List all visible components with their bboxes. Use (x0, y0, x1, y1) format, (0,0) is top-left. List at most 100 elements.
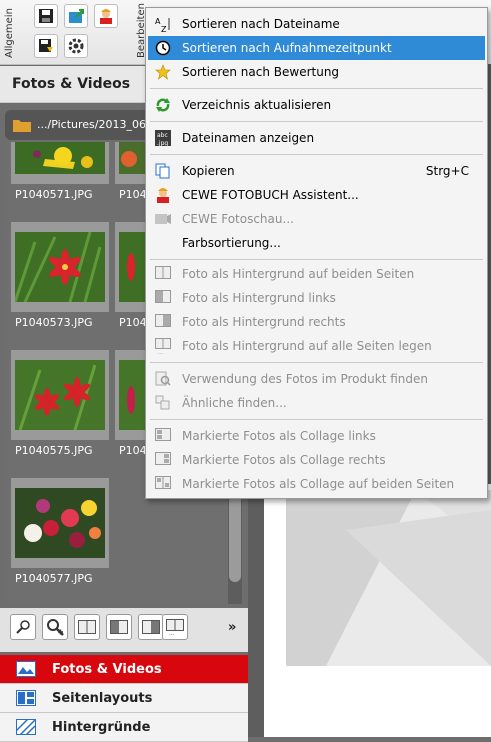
bg-left-icon (110, 620, 128, 634)
svg-text:Z: Z (161, 25, 167, 32)
tab-page-layouts[interactable]: Seitenlayouts (0, 684, 248, 713)
bg-both-icon (155, 266, 171, 279)
layout-icon (16, 690, 36, 706)
thumbnail[interactable]: P1040571.JPG (11, 142, 109, 204)
folder-path: .../Pictures/2013_06_2 (37, 118, 159, 131)
bg-right-button[interactable] (138, 614, 164, 640)
menu-item-refresh-folder[interactable]: Verzeichnis aktualisieren (148, 93, 485, 117)
assistant-icon (157, 188, 169, 203)
photo-icon (16, 661, 36, 677)
menu-item-copy[interactable]: Kopieren Strg+C (148, 159, 485, 183)
bg-all-icon: ... (166, 619, 184, 635)
svg-text:...: ... (158, 349, 164, 354)
menu-item-sort-filename[interactable]: AZ Sortieren nach Dateiname (148, 12, 485, 36)
more-tools-button[interactable]: » (228, 620, 236, 635)
menu-item-bg-left[interactable]: Foto als Hintergrund links (148, 286, 485, 310)
menu-item-find-usage[interactable]: Verwendung des Fotos im Produkt finden (148, 367, 485, 391)
star-icon (155, 64, 171, 80)
filename-icon: abc.jpg (155, 130, 171, 146)
menu-separator (150, 362, 483, 363)
export-button[interactable] (64, 4, 88, 28)
menu-item-label: Verwendung des Fotos im Produkt finden (182, 372, 428, 386)
bg-all-icon: ... (155, 338, 171, 354)
menu-separator (150, 121, 483, 122)
save-button[interactable] (34, 4, 58, 28)
assistant-button[interactable] (94, 4, 118, 28)
folder-icon (13, 120, 31, 132)
menu-separator (150, 88, 483, 89)
thumbnail[interactable]: P1040575.JPG (11, 350, 109, 460)
bg-both-icon (78, 620, 96, 634)
svg-text:...: ... (169, 630, 175, 635)
gallery-tools: ... » (0, 608, 248, 652)
bg-left-button[interactable] (106, 614, 132, 640)
toolbar-group-label: Allgemein (4, 8, 15, 58)
menu-item-collage-left[interactable]: Markierte Fotos als Collage links (148, 424, 485, 448)
bg-right-icon (155, 314, 171, 327)
menu-item-shortcut: Strg+C (425, 164, 469, 178)
menu-item-label: Markierte Fotos als Collage rechts (182, 453, 386, 467)
menu-item-label: CEWE FOTOBUCH Assistent... (182, 188, 359, 202)
menu-item-label: Foto als Hintergrund auf beiden Seiten (182, 267, 415, 281)
tab-label: Seitenlayouts (52, 691, 153, 706)
page-sheet[interactable] (264, 484, 491, 737)
menu-item-label: Dateinamen anzeigen (182, 131, 315, 145)
tab-photos-videos[interactable]: Fotos & Videos (0, 655, 248, 684)
settings-button[interactable] (64, 34, 88, 58)
menu-item-cewe-slideshow[interactable]: CEWE Fotoschau... (148, 207, 485, 231)
slideshow-icon (155, 214, 171, 224)
page-background-pattern (286, 490, 491, 666)
menu-item-bg-right[interactable]: Foto als Hintergrund rechts (148, 310, 485, 334)
thumbnail-caption: P104 (119, 316, 147, 329)
save-icon (39, 9, 53, 23)
bg-both-button[interactable] (74, 614, 100, 640)
photo-red-lily (15, 232, 105, 302)
menu-item-sort-rating[interactable]: Sortieren nach Bewertung (148, 60, 485, 84)
thumbnail-caption: P1040577.JPG (15, 572, 93, 585)
thumbnail-caption: P104 (119, 444, 147, 457)
collage-left-icon (155, 428, 171, 441)
bg-all-button[interactable]: ... (162, 614, 188, 640)
menu-item-bg-both[interactable]: Foto als Hintergrund auf beiden Seiten (148, 262, 485, 286)
menu-item-bg-all[interactable]: ... Foto als Hintergrund auf alle Seiten… (148, 334, 485, 358)
clock-icon (155, 40, 171, 56)
menu-item-label: Sortieren nach Aufnahmezeitpunkt (182, 41, 392, 55)
menu-item-label: Sortieren nach Dateiname (182, 17, 340, 31)
svg-text:.jpg: .jpg (157, 140, 168, 146)
refresh-icon (156, 98, 170, 112)
sort-az-icon: AZ (155, 17, 170, 32)
menu-item-collage-right[interactable]: Markierte Fotos als Collage rechts (148, 448, 485, 472)
menu-item-collage-both[interactable]: Markierte Fotos als Collage auf beiden S… (148, 472, 485, 496)
menu-item-label: Foto als Hintergrund auf alle Seiten leg… (182, 339, 432, 353)
thumbnail-caption: P1040575.JPG (15, 444, 93, 457)
menu-separator (150, 259, 483, 260)
zoom-out-button[interactable] (10, 614, 36, 640)
thumbnail-caption: P104 (119, 188, 147, 201)
copy-icon (155, 163, 170, 179)
menu-item-find-similar[interactable]: Ähnliche finden... (148, 391, 485, 415)
tab-backgrounds[interactable]: Hintergründe (0, 713, 248, 742)
thumbnail-caption: P1040571.JPG (15, 188, 93, 201)
thumbnail[interactable]: P1040577.JPG (11, 478, 109, 588)
tab-label: Fotos & Videos (52, 662, 162, 677)
menu-item-label: Ähnliche finden... (182, 396, 287, 410)
collage-right-icon (155, 452, 171, 465)
similar-icon (155, 395, 170, 410)
bg-left-icon (155, 290, 171, 303)
menu-item-sort-capture-time[interactable]: Sortieren nach Aufnahmezeitpunkt (148, 36, 485, 60)
menu-item-color-sort[interactable]: Farbsortierung... (148, 231, 485, 255)
find-usage-icon (155, 371, 171, 386)
photo-flower-bed (15, 488, 105, 558)
menu-separator (150, 419, 483, 420)
background-icon (16, 719, 36, 735)
collage-both-icon (155, 476, 171, 489)
menu-item-cewe-assistant[interactable]: CEWE FOTOBUCH Assistent... (148, 183, 485, 207)
menu-item-show-filenames[interactable]: abc .jpg Dateinamen anzeigen (148, 126, 485, 150)
photo-two-red-lilies (15, 360, 105, 430)
zoom-in-button[interactable] (42, 614, 68, 640)
thumbnail-caption: P1040573.JPG (15, 316, 93, 329)
save-as-button[interactable] (34, 34, 58, 58)
menu-item-label: Kopieren (182, 164, 235, 178)
thumbnail[interactable]: P1040573.JPG (11, 222, 109, 332)
photo-yellow-lily (15, 142, 105, 174)
